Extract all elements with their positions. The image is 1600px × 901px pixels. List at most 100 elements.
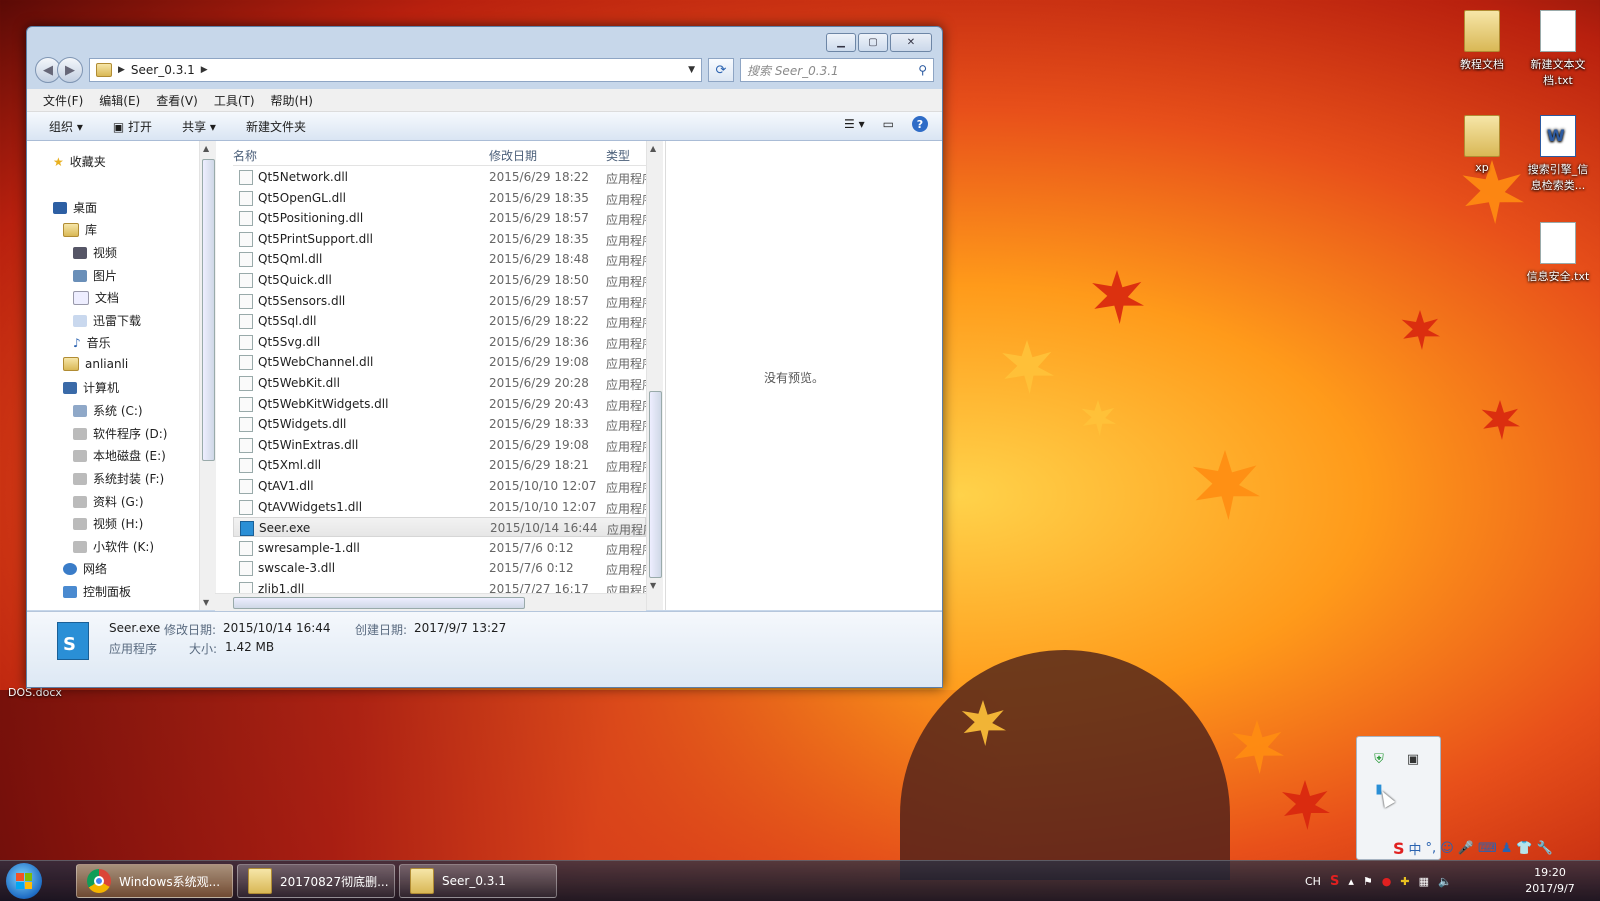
scroll-down-icon[interactable]: ▼ xyxy=(650,581,656,590)
nav-drive-d[interactable]: 软件程序 (D:) xyxy=(73,425,167,442)
ime-mode[interactable]: 中 xyxy=(1409,839,1422,858)
file-row[interactable]: swresample-1.dll 2015/7/6 0:12 应用程序 xyxy=(233,538,646,558)
file-row[interactable]: QtAVWidgets1.dll 2015/10/10 12:07 应用程序 xyxy=(233,497,646,517)
camera-icon[interactable]: ▣ xyxy=(1405,751,1421,767)
new-folder-button[interactable]: 新建文件夹 xyxy=(246,118,306,135)
column-type[interactable]: 类型 xyxy=(606,147,630,164)
desktop-icon-tutorial[interactable]: 教程文档 xyxy=(1447,10,1517,72)
file-row[interactable]: QtAV1.dll 2015/10/10 12:07 应用程序 xyxy=(233,476,646,496)
nav-drive-g[interactable]: 资料 (G:) xyxy=(73,493,144,510)
nav-thunder[interactable]: 迅雷下载 xyxy=(73,312,141,329)
taskbar-item-chrome[interactable]: Windows系统观... xyxy=(76,864,233,898)
scroll-thumb[interactable] xyxy=(649,391,662,578)
file-row[interactable]: Qt5WebKit.dll 2015/6/29 20:28 应用程序 xyxy=(233,373,646,393)
punctuation-icon[interactable]: °, xyxy=(1426,841,1437,856)
file-row[interactable]: Qt5PrintSupport.dll 2015/6/29 18:35 应用程序 xyxy=(233,229,646,249)
close-button[interactable]: ✕ xyxy=(890,33,932,52)
desktop-icon-xp[interactable]: xp xyxy=(1447,115,1517,174)
menu-help[interactable]: 帮助(H) xyxy=(271,92,313,109)
menu-edit[interactable]: 编辑(E) xyxy=(99,92,140,109)
file-row[interactable]: Qt5WinExtras.dll 2015/6/29 19:08 应用程序 xyxy=(233,435,646,455)
file-row[interactable]: Qt5WebKitWidgets.dll 2015/6/29 20:43 应用程序 xyxy=(233,394,646,414)
minimize-button[interactable]: ▁ xyxy=(826,33,856,52)
taskbar-item-folder-2[interactable]: Seer_0.3.1 xyxy=(399,864,557,898)
wrench-icon[interactable]: 🔧 xyxy=(1537,841,1553,856)
file-row[interactable]: Qt5Sql.dll 2015/6/29 18:22 应用程序 xyxy=(233,311,646,331)
search-box[interactable]: 搜索 Seer_0.3.1 ⚲ xyxy=(740,58,934,82)
title-bar[interactable]: ▁ ▢ ✕ xyxy=(27,27,942,53)
network-status-icon[interactable]: ▦ xyxy=(1419,875,1429,888)
file-row[interactable]: Qt5Sensors.dll 2015/6/29 18:57 应用程序 xyxy=(233,291,646,311)
refresh-button[interactable]: ⟳ xyxy=(708,58,734,82)
search-icon[interactable]: ⚲ xyxy=(918,63,927,77)
sogou-ime-icon[interactable]: S xyxy=(1330,874,1339,889)
breadcrumb-separator-icon[interactable]: ▶ xyxy=(201,65,208,75)
address-dropdown-icon[interactable]: ▼ xyxy=(688,65,695,75)
skin-icon[interactable]: ♟ xyxy=(1501,841,1513,856)
nav-drive-k[interactable]: 小软件 (K:) xyxy=(73,538,154,555)
file-row[interactable]: Qt5OpenGL.dll 2015/6/29 18:35 应用程序 xyxy=(233,188,646,208)
open-button[interactable]: ▣ 打开 xyxy=(113,118,152,135)
file-row[interactable]: Seer.exe 2015/10/14 16:44 应用程序 xyxy=(233,517,646,538)
file-row[interactable]: Qt5WebChannel.dll 2015/6/29 19:08 应用程序 xyxy=(233,352,646,372)
action-center-icon[interactable]: ⚑ xyxy=(1363,875,1373,888)
start-button[interactable] xyxy=(6,863,42,899)
360-icon[interactable]: ✚ xyxy=(1400,875,1409,888)
view-options-button[interactable]: ☰ ▾ xyxy=(844,117,865,131)
file-row[interactable]: swscale-3.dll 2015/7/6 0:12 应用程序 xyxy=(233,558,646,578)
scroll-down-icon[interactable]: ▼ xyxy=(203,598,209,607)
microphone-icon[interactable]: 🎤 xyxy=(1458,841,1474,856)
desktop-icon-new-text[interactable]: 新建文本文档.txt xyxy=(1523,10,1593,88)
search-input[interactable]: 搜索 Seer_0.3.1 xyxy=(747,62,918,79)
nav-music[interactable]: ♪ 音乐 xyxy=(73,334,111,351)
breadcrumb-current[interactable]: Seer_0.3.1 xyxy=(131,63,195,77)
menu-tools[interactable]: 工具(T) xyxy=(214,92,255,109)
nav-drive-f[interactable]: 系统封装 (F:) xyxy=(73,470,164,487)
file-list-hscrollbar[interactable] xyxy=(215,593,646,611)
clock[interactable]: 19:20 2017/9/7 xyxy=(1510,865,1590,897)
nav-videos[interactable]: 视频 xyxy=(73,244,117,261)
nav-network[interactable]: 网络 xyxy=(63,560,107,577)
desktop-icon-infosec[interactable]: 信息安全.txt xyxy=(1523,222,1593,284)
nav-control-panel[interactable]: 控制面板 xyxy=(63,583,131,600)
menu-file[interactable]: 文件(F) xyxy=(43,92,83,109)
language-indicator[interactable]: CH xyxy=(1305,875,1321,888)
security-shield-icon[interactable]: ⛨ xyxy=(1371,751,1387,767)
file-row[interactable]: Qt5Xml.dll 2015/6/29 18:21 应用程序 xyxy=(233,455,646,475)
nav-pictures[interactable]: 图片 xyxy=(73,267,117,284)
file-row[interactable]: Qt5Widgets.dll 2015/6/29 18:33 应用程序 xyxy=(233,414,646,434)
share-button[interactable]: 共享 ▾ xyxy=(182,118,216,135)
maximize-button[interactable]: ▢ xyxy=(858,33,888,52)
file-list-scrollbar[interactable]: ▲ ▼ xyxy=(646,141,663,610)
scroll-up-icon[interactable]: ▲ xyxy=(203,144,209,153)
nav-drive-e[interactable]: 本地磁盘 (E:) xyxy=(73,447,166,464)
menu-view[interactable]: 查看(V) xyxy=(156,92,198,109)
scroll-thumb[interactable] xyxy=(233,597,525,609)
shirt-icon[interactable]: 👕 xyxy=(1516,841,1532,856)
taskbar-item-folder-1[interactable]: 20170827彻底删... xyxy=(237,864,395,898)
desktop-icon-search-engine[interactable]: 搜索引擎_信息检索类... xyxy=(1523,115,1593,193)
nav-computer[interactable]: 计算机 xyxy=(63,379,119,396)
volume-icon[interactable]: 🔈 xyxy=(1438,875,1452,888)
file-row[interactable]: Qt5Positioning.dll 2015/6/29 18:57 应用程序 xyxy=(233,208,646,228)
file-row[interactable]: Qt5Svg.dll 2015/6/29 18:36 应用程序 xyxy=(233,332,646,352)
nav-drive-h[interactable]: 视频 (H:) xyxy=(73,515,143,532)
column-name[interactable]: 名称 xyxy=(233,147,257,164)
file-row[interactable]: Qt5Qml.dll 2015/6/29 18:48 应用程序 xyxy=(233,249,646,269)
tray-expand-icon[interactable]: ▴ xyxy=(1348,875,1354,888)
nav-desktop[interactable]: 桌面 xyxy=(53,199,97,216)
file-row[interactable]: Qt5Network.dll 2015/6/29 18:22 应用程序 xyxy=(233,167,646,187)
forward-button[interactable]: ▶ xyxy=(57,57,83,83)
file-row[interactable]: Qt5Quick.dll 2015/6/29 18:50 应用程序 xyxy=(233,270,646,290)
keyboard-icon[interactable]: ⌨ xyxy=(1478,841,1497,856)
sogou-ime-icon[interactable]: S xyxy=(1393,839,1405,858)
preview-pane-button[interactable]: ▭ xyxy=(883,117,894,131)
antivirus-icon[interactable]: ● xyxy=(1382,875,1392,888)
scroll-up-icon[interactable]: ▲ xyxy=(650,144,656,153)
organize-button[interactable]: 组织 ▾ xyxy=(49,118,83,135)
nav-libraries[interactable]: 库 xyxy=(63,221,97,238)
nav-favorites[interactable]: ★ 收藏夹 xyxy=(53,153,106,170)
column-date[interactable]: 修改日期 xyxy=(489,147,537,164)
address-bar[interactable]: ▶ Seer_0.3.1 ▶ ▼ xyxy=(89,58,702,82)
nav-documents[interactable]: 文档 xyxy=(73,289,119,306)
